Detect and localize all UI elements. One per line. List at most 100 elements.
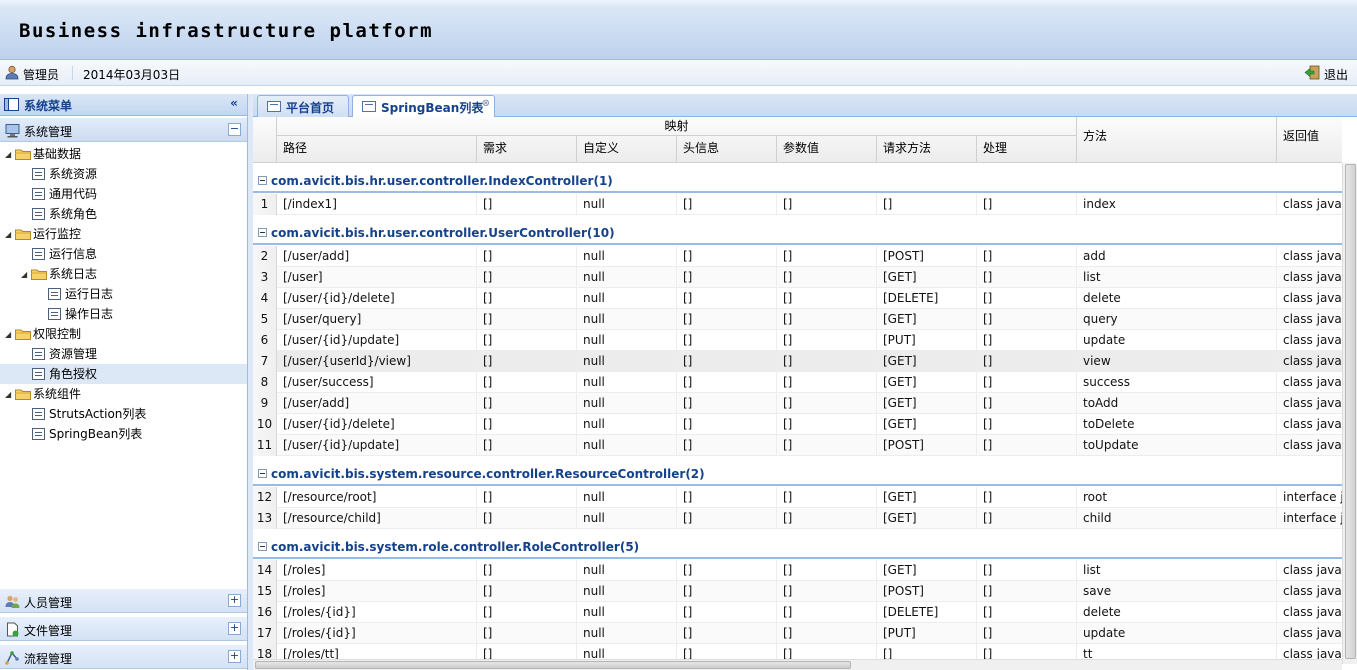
table-row[interactable]: 10 [/user/{id}/delete][] null[][] [GET][] to… [253,414,1342,435]
tree-item[interactable]: ◢ 系统日志 [21,264,97,284]
collapse-panel-button[interactable]: « [226,97,242,111]
tab-label: SpringBean列表 [381,101,484,115]
group-collapse-icon[interactable] [258,228,267,237]
tree-item[interactable]: 操作日志 [48,304,113,324]
table-row[interactable]: 8 [/user/success][] null[][] [GET][] success… [253,372,1342,393]
table-row[interactable]: 15 [/roles][] null[][] [POST][] save class ja… [253,581,1342,602]
exit-door-icon[interactable] [1304,65,1320,80]
cell-params: [] [777,435,877,456]
column-header-params[interactable]: 参数值 [777,136,877,163]
table-row[interactable]: 17 [/roles/{id}][] null[][] [PUT][] update cl… [253,623,1342,644]
horizontal-scrollbar[interactable] [253,659,1342,670]
row-number: 6 [253,330,277,351]
group-header[interactable]: com.avicit.bis.system.role.controller.Ro… [253,529,1342,559]
expand-arrow-icon[interactable]: ◢ [5,225,15,245]
tree-item[interactable]: 运行日志 [48,284,113,304]
cell-handler: [] [977,414,1077,435]
column-header-request-method[interactable]: 请求方法 [877,136,977,163]
tree-item[interactable]: ◢ 系统组件 [5,384,81,404]
column-header-handler[interactable]: 处理 [977,136,1077,163]
tab-home[interactable]: 平台首页 [257,95,349,117]
tree-item[interactable]: 通用代码 [32,184,97,204]
logout-link[interactable]: 退出 [1324,66,1348,83]
tree-item[interactable]: StrutsAction列表 [32,404,146,424]
horizontal-scroll-thumb[interactable] [255,661,851,669]
column-header-requirement[interactable]: 需求 [477,136,577,163]
cell-path: [/roles/{id}] [277,623,477,644]
cell-custom: null [577,351,677,372]
cell-params: [] [777,267,877,288]
table-row[interactable]: 4 [/user/{id}/delete][] null[][] [DELETE][]… [253,288,1342,309]
expand-arrow-icon[interactable]: ◢ [21,265,31,285]
cell-params: [] [777,560,877,581]
section-workflow-management[interactable]: 流程管理 + [0,644,247,669]
group-collapse-icon[interactable] [258,469,267,478]
expand-arrow-icon[interactable]: ◢ [5,385,15,405]
section-expand-toggle[interactable]: + [228,594,241,607]
close-icon[interactable]: ⊗ [482,98,490,109]
group-header[interactable]: com.avicit.bis.hr.user.controller.UserCo… [253,215,1342,245]
side-menu-header: 系统菜单 « [0,94,247,116]
table-row[interactable]: 6 [/user/{id}/update][] null[][] [PUT][] upd… [253,330,1342,351]
section-system-management[interactable]: 系统管理 − [0,117,247,142]
tree-item[interactable]: SpringBean列表 [32,424,142,444]
cell-requirement: [] [477,560,577,581]
tree-item-label: 运行日志 [65,287,114,301]
cell-custom: null [577,246,677,267]
vertical-scrollbar[interactable] [1342,163,1357,664]
table-row[interactable]: 9 [/user/add][] null[][] [GET][] toAdd class … [253,393,1342,414]
tree-item[interactable]: 资源管理 [32,344,97,364]
column-header-return[interactable]: 返回值 [1277,117,1342,163]
column-header-method[interactable]: 方法 [1077,117,1277,163]
tree-item[interactable]: 系统角色 [32,204,97,224]
cell-return: class java.la [1277,372,1342,393]
section-people-management[interactable]: 人员管理 + [0,588,247,613]
section-expand-toggle[interactable]: + [228,622,241,635]
table-row[interactable]: 7 [/user/{userId}/view][] null[][] [GET][] v… [253,351,1342,372]
cell-params: [] [777,508,877,529]
document-list-icon [32,168,45,180]
tab-springbean-list[interactable]: SpringBean列表 ⊗ [352,95,495,118]
group-title: com.avicit.bis.hr.user.controller.IndexC… [271,174,613,188]
section-file-management[interactable]: 文件管理 + [0,616,247,641]
column-header-custom[interactable]: 自定义 [577,136,677,163]
table-row[interactable]: 2 [/user/add][] null[][] [POST][] add class j… [253,246,1342,267]
group-collapse-icon[interactable] [258,542,267,551]
document-list-icon [32,208,45,220]
table-row[interactable]: 5 [/user/query][] null[][] [GET][] query clas… [253,309,1342,330]
cell-path: [/roles] [277,581,477,602]
group-collapse-icon[interactable] [258,176,267,185]
column-header-path[interactable]: 路径 [277,136,477,163]
cell-handler: [] [977,351,1077,372]
expand-arrow-icon[interactable]: ◢ [5,145,15,165]
table-row[interactable]: 14 [/roles][] null[][] [GET][] list class jav… [253,560,1342,581]
table-row[interactable]: 13 [/resource/child][] null[][] [GET][] chil… [253,508,1342,529]
cell-handler: [] [977,194,1077,215]
tree-item-label: 基础数据 [33,147,82,161]
cell-headers: [] [677,435,777,456]
table-row[interactable]: 11 [/user/{id}/update][] null[][] [POST][] t… [253,435,1342,456]
vertical-scroll-thumb[interactable] [1345,164,1356,659]
tree-item[interactable]: ◢ 基础数据 [5,144,81,164]
section-collapse-toggle[interactable]: − [228,123,241,136]
section-label: 系统管理 [24,125,73,139]
tree-item[interactable]: 系统资源 [32,164,97,184]
cell-return: class java.la [1277,194,1342,215]
cell-params: [] [777,393,877,414]
section-expand-toggle[interactable]: + [228,650,241,663]
expand-arrow-icon[interactable]: ◢ [5,325,15,345]
table-row[interactable]: 16 [/roles/{id}][] null[][] [DELETE][] delet… [253,602,1342,623]
table-row[interactable]: 1[/index1][]null[][][][]indexclass java.… [253,194,1342,215]
tree-item[interactable]: 角色授权 [0,364,247,384]
table-row[interactable]: 12 [/resource/root][] null[][] [GET][] root i… [253,487,1342,508]
cell-request-method: [POST] [877,246,977,267]
tree-item[interactable]: 运行信息 [32,244,97,264]
group-header[interactable]: com.avicit.bis.system.resource.controlle… [253,456,1342,486]
current-user: 管理员 [23,68,60,82]
tree-item[interactable]: ◢ 权限控制 [5,324,81,344]
table-row[interactable]: 3[/user][]null[][][GET][]listclass java.… [253,267,1342,288]
tree-item[interactable]: ◢ 运行监控 [5,224,81,244]
column-header-headers[interactable]: 头信息 [677,136,777,163]
cell-requirement: [] [477,435,577,456]
group-header[interactable]: com.avicit.bis.hr.user.controller.IndexC… [253,163,1342,193]
